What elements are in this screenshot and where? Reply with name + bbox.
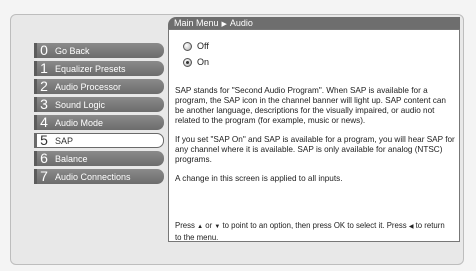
menu-item-sap[interactable]: 5 SAP bbox=[34, 133, 164, 148]
menu-item-audio-connections[interactable]: 7 Audio Connections bbox=[34, 169, 164, 184]
menu-item-number: 1 bbox=[40, 60, 48, 76]
breadcrumb-current: Audio bbox=[229, 18, 253, 28]
menu-item-audio-processor[interactable]: 2 Audio Processor bbox=[34, 79, 164, 94]
menu-item-label: Audio Processor bbox=[55, 81, 122, 92]
down-arrow-icon: ▼ bbox=[214, 224, 221, 230]
radio-button-icon[interactable] bbox=[183, 41, 192, 51]
option-off[interactable]: Off bbox=[183, 38, 209, 54]
sap-content-panel: Off On SAP stands for "Second Audio Prog… bbox=[168, 29, 460, 238]
menu-item-number: 0 bbox=[40, 42, 48, 58]
menu-item-label: Balance bbox=[55, 153, 88, 164]
up-arrow-icon: ▲ bbox=[197, 224, 204, 230]
sap-options: Off On bbox=[183, 38, 209, 70]
left-arrow-icon: ◀ bbox=[408, 224, 414, 230]
breadcrumb: Main Menu ▶ Audio bbox=[168, 17, 460, 29]
menu-item-sound-logic[interactable]: 3 Sound Logic bbox=[34, 97, 164, 112]
menu-item-number: 2 bbox=[40, 78, 48, 94]
menu-item-balance[interactable]: 6 Balance bbox=[34, 151, 164, 166]
menu-item-number: 4 bbox=[40, 114, 48, 130]
navigation-hint: Press ▲ or ▼ to point to an option, then… bbox=[168, 220, 460, 242]
description-paragraph: A change in this screen is applied to al… bbox=[175, 174, 343, 183]
audio-menu: 0 Go Back 1 Equalizer Presets 2 Audio Pr… bbox=[34, 43, 164, 187]
menu-item-label: Sound Logic bbox=[55, 99, 106, 110]
sap-description: SAP stands for "Second Audio Program". W… bbox=[175, 86, 457, 193]
radio-button-checked-icon[interactable] bbox=[183, 57, 192, 67]
menu-item-number: 3 bbox=[40, 96, 48, 112]
option-on[interactable]: On bbox=[183, 54, 209, 70]
menu-item-label: Audio Mode bbox=[55, 117, 104, 128]
description-paragraph: If you set "SAP On" and SAP is available… bbox=[175, 135, 455, 164]
breadcrumb-parent: Main Menu bbox=[174, 18, 219, 28]
menu-item-label: SAP bbox=[55, 135, 74, 146]
menu-item-label: Equalizer Presets bbox=[55, 63, 126, 74]
menu-item-number: 7 bbox=[40, 168, 48, 184]
menu-item-label: Audio Connections bbox=[55, 171, 131, 182]
menu-item-equalizer-presets[interactable]: 1 Equalizer Presets bbox=[34, 61, 164, 76]
description-paragraph: SAP stands for "Second Audio Program". W… bbox=[175, 86, 446, 125]
option-label: On bbox=[197, 57, 210, 67]
menu-item-label: Go Back bbox=[55, 45, 90, 56]
menu-item-go-back[interactable]: 0 Go Back bbox=[34, 43, 164, 58]
menu-item-audio-mode[interactable]: 4 Audio Mode bbox=[34, 115, 164, 130]
menu-item-number: 6 bbox=[40, 150, 48, 166]
menu-item-number: 5 bbox=[40, 132, 48, 148]
option-label: Off bbox=[197, 41, 209, 51]
